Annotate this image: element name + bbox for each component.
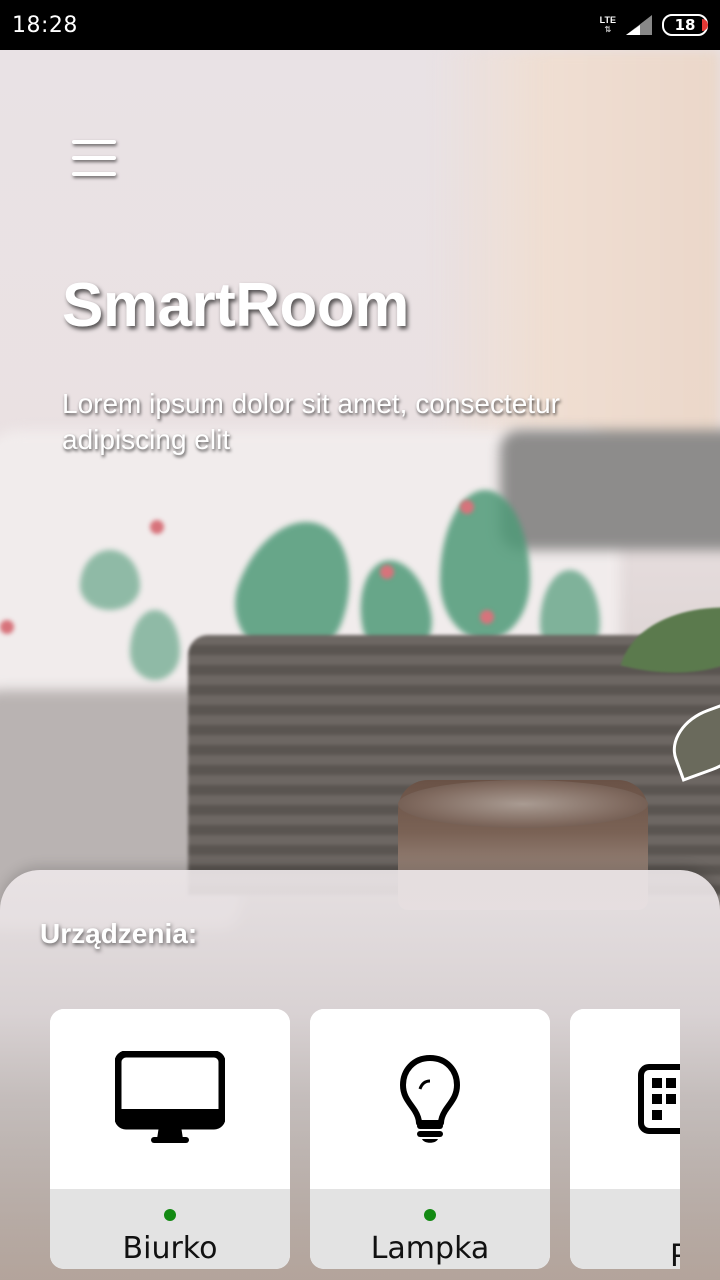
status-icons: LTE ⇅ 18 [600,14,708,36]
monitor-icon [115,1051,225,1143]
data-arrows-icon: ⇅ [604,25,612,34]
device-status-dot [164,1209,176,1221]
status-time: 18:28 [12,12,78,38]
radiator-icon [638,1064,680,1134]
device-card-partial[interactable]: P [570,1009,680,1269]
hamburger-menu-icon[interactable] [70,138,120,178]
device-name: Lampka [370,1231,490,1266]
devices-label: Urządzenia: [40,918,198,949]
device-card-biurko[interactable]: Biurko [50,1009,290,1269]
battery-level: 18 [674,16,696,34]
devices-list[interactable]: Biurko Lampka P [50,1009,680,1271]
device-card-lampka[interactable]: Lampka [310,1009,550,1269]
device-status-dot [424,1209,436,1221]
battery-icon: 18 [662,14,708,36]
network-type-label: LTE [599,15,616,25]
network-indicator: LTE ⇅ [600,15,616,35]
app-title: SmartRoom [62,271,409,340]
devices-panel: Urządzenia: Biurko Lampka P [0,870,720,1280]
signal-icon [626,15,652,35]
device-name: P [670,1239,680,1269]
device-name: Biurko [122,1231,218,1266]
status-bar: 18:28 LTE ⇅ 18 [0,0,720,50]
app-subtitle: Lorem ipsum dolor sit amet, consectetur … [62,388,560,455]
light-bulb-icon [400,1055,460,1143]
